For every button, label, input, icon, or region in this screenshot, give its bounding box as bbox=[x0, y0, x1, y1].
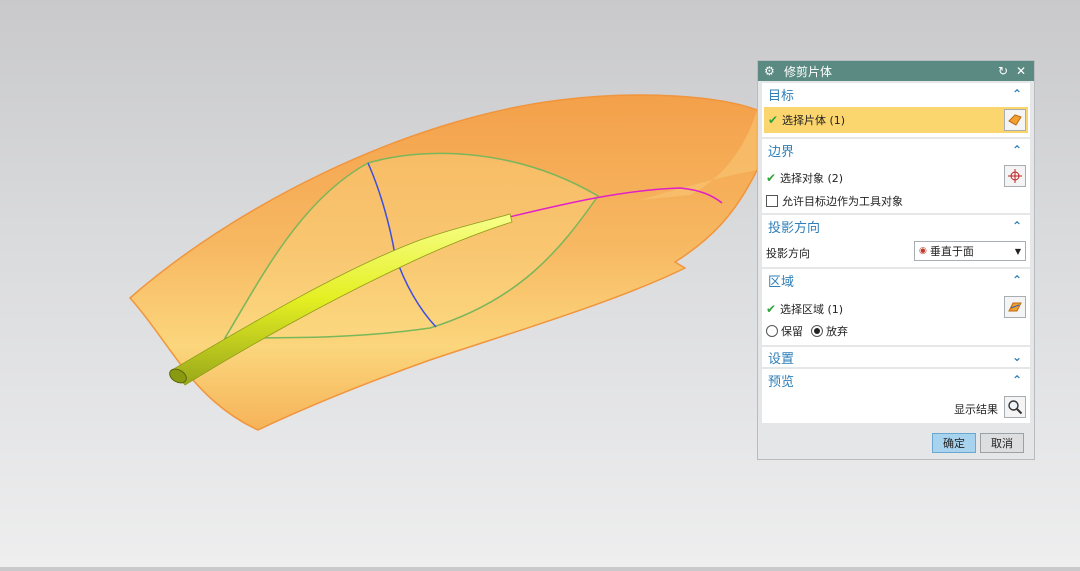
section-preview: 预览 ⌃ 显示结果 bbox=[762, 369, 1030, 423]
keep-radio[interactable] bbox=[766, 325, 778, 337]
section-preview-header[interactable]: 预览 ⌃ bbox=[762, 369, 1030, 391]
select-region-label: 选择区域 (1) bbox=[780, 303, 844, 316]
region-icon[interactable] bbox=[1004, 296, 1026, 318]
projection-direction-select[interactable]: ◉ 垂直于面 ▼ bbox=[914, 241, 1026, 261]
allow-target-edge-row[interactable]: 允许目标边作为工具对象 bbox=[766, 193, 1026, 209]
chevron-down-icon[interactable]: ⌄ bbox=[1010, 350, 1024, 364]
section-target-header[interactable]: 目标 ⌃ bbox=[762, 83, 1030, 105]
cancel-button[interactable]: 取消 bbox=[980, 433, 1024, 453]
section-projection-heading: 投影方向 bbox=[768, 220, 821, 236]
select-sheet-row[interactable]: ✔ 选择片体 (1) bbox=[764, 107, 1028, 133]
chevron-up-icon[interactable]: ⌃ bbox=[1010, 87, 1024, 101]
keep-label: 保留 bbox=[781, 325, 803, 338]
sheet-body-icon[interactable] bbox=[1004, 109, 1026, 131]
select-region-row[interactable]: ✔ 选择区域 (1) bbox=[766, 301, 1026, 317]
projection-icon: ◉ bbox=[919, 246, 927, 256]
dialog-title-bar[interactable]: ⚙ 修剪片体 ↻ ✕ bbox=[758, 61, 1034, 81]
section-boundary: 边界 ⌃ ✔ 选择对象 (2) 允许目标边作为工具对象 bbox=[762, 139, 1030, 213]
chevron-up-icon[interactable]: ⌃ bbox=[1010, 219, 1024, 233]
projection-field-label: 投影方向 bbox=[766, 247, 810, 260]
chevron-up-icon[interactable]: ⌃ bbox=[1010, 373, 1024, 387]
allow-target-edge-checkbox[interactable] bbox=[766, 195, 778, 207]
gear-icon[interactable]: ⚙ bbox=[764, 64, 778, 78]
select-object-row[interactable]: ✔ 选择对象 (2) bbox=[766, 170, 1026, 186]
reset-icon[interactable]: ↻ bbox=[996, 64, 1010, 78]
crosshair-icon[interactable] bbox=[1004, 165, 1026, 187]
section-region: 区域 ⌃ ✔ 选择区域 (1) 保留 放弃 bbox=[762, 269, 1030, 345]
section-projection-header[interactable]: 投影方向 ⌃ bbox=[762, 215, 1030, 237]
section-settings-header[interactable]: 设置 ⌄ bbox=[762, 347, 1030, 367]
section-projection: 投影方向 ⌃ 投影方向 ◉ 垂直于面 ▼ bbox=[762, 215, 1030, 267]
magnifier-icon[interactable] bbox=[1004, 396, 1026, 418]
section-settings-heading: 设置 bbox=[768, 351, 795, 367]
section-region-header[interactable]: 区域 ⌃ bbox=[762, 269, 1030, 291]
section-settings: 设置 ⌄ bbox=[762, 347, 1030, 367]
section-region-heading: 区域 bbox=[768, 274, 795, 290]
section-preview-heading: 预览 bbox=[768, 374, 795, 390]
dropdown-arrow-icon[interactable]: ▼ bbox=[1015, 247, 1021, 256]
checkmark-icon: ✔ bbox=[766, 171, 777, 185]
checkmark-icon: ✔ bbox=[768, 113, 779, 127]
chevron-up-icon[interactable]: ⌃ bbox=[1010, 273, 1024, 287]
section-boundary-header[interactable]: 边界 ⌃ bbox=[762, 139, 1030, 161]
select-sheet-label: 选择片体 (1) bbox=[782, 114, 846, 127]
chevron-up-icon[interactable]: ⌃ bbox=[1010, 143, 1024, 157]
section-target-heading: 目标 bbox=[768, 88, 795, 104]
checkmark-icon: ✔ bbox=[766, 302, 777, 316]
section-boundary-heading: 边界 bbox=[768, 144, 795, 160]
dialog-title: 修剪片体 bbox=[784, 64, 833, 79]
discard-label: 放弃 bbox=[826, 325, 848, 338]
section-target: 目标 ⌃ ✔ 选择片体 (1) bbox=[762, 83, 1030, 137]
select-object-label: 选择对象 (2) bbox=[780, 172, 844, 185]
ok-button[interactable]: 确定 bbox=[932, 433, 976, 453]
show-result-label: 显示结果 bbox=[954, 403, 998, 416]
projection-selected-value: 垂直于面 bbox=[929, 245, 974, 258]
close-icon[interactable]: ✕ bbox=[1014, 64, 1028, 78]
allow-target-edge-label: 允许目标边作为工具对象 bbox=[782, 195, 903, 208]
trim-sheet-dialog: ⚙ 修剪片体 ↻ ✕ 目标 ⌃ ✔ 选择片体 (1) 边界 ⌃ ✔ 选择对象 (… bbox=[757, 60, 1035, 460]
discard-radio[interactable] bbox=[811, 325, 823, 337]
